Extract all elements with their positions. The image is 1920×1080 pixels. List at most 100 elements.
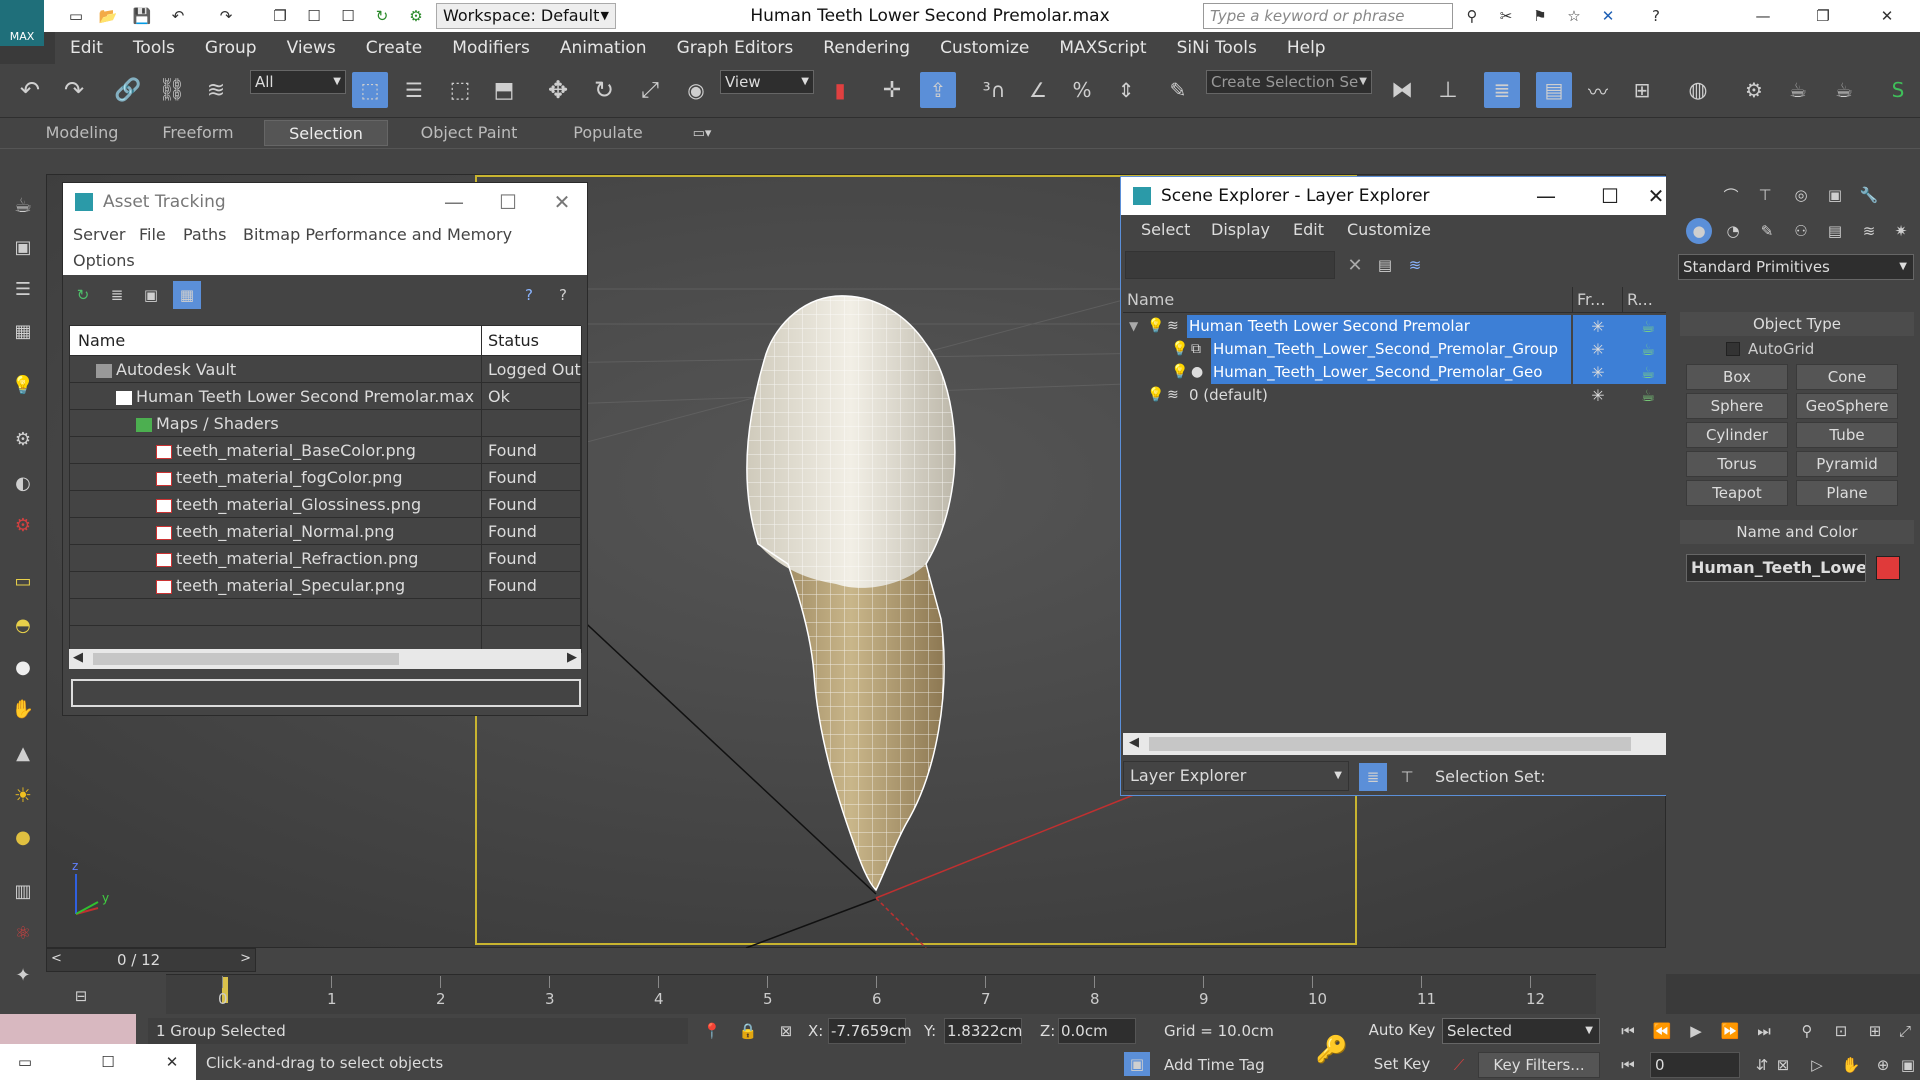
restore-icon[interactable]: ☐ [96,1050,120,1074]
time-slider-prev-icon[interactable]: < [51,951,62,966]
primitive-box-button[interactable]: Box [1686,364,1788,390]
menu-graph-editors[interactable]: Graph Editors [662,32,809,64]
column-header-name[interactable]: Name [1123,287,1573,313]
freeze-toggle-icon[interactable]: ✳ [1573,315,1623,338]
refresh-icon[interactable]: ↻ [370,4,394,28]
menu-sini-tools[interactable]: SiNi Tools [1162,32,1272,64]
sphere-icon[interactable]: ● [6,652,40,682]
z-coordinate-field[interactable]: 0.0cm [1058,1018,1136,1044]
named-selection-set-dropdown[interactable]: Create Selection Se ▼ [1206,70,1372,94]
pivot-center-icon[interactable]: ▮ [822,72,858,108]
time-slider[interactable]: < 0 / 12 > [46,948,256,972]
set-key-button[interactable]: Set Key [1366,1052,1438,1078]
select-manipulate-icon[interactable]: ✛ [874,72,910,108]
layer-options-icon[interactable]: ≋ [1403,253,1427,277]
undo-icon[interactable]: ↶ [166,4,190,28]
light-bulb-icon[interactable]: 💡 [6,370,40,400]
civil-view-icon[interactable]: S [1880,72,1916,108]
menu-animation[interactable]: Animation [545,32,662,64]
script-icon[interactable]: ⚙ [404,4,428,28]
restore-icon[interactable]: ❐ [1800,0,1846,32]
orbit-icon[interactable]: ⊠ [1770,1052,1796,1078]
isolate-selection-icon[interactable]: 📍 [700,1018,724,1044]
time-slider-next-icon[interactable]: > [240,951,251,966]
scene-explorer-icon[interactable]: ▤ [1536,72,1572,108]
close-icon[interactable]: ✕ [160,1050,184,1074]
systems-icon[interactable]: ✷ [1888,218,1914,244]
edit-named-selection-icon[interactable]: ✎ [1160,72,1196,108]
cameras-icon[interactable]: ⚇ [1788,218,1814,244]
plane-grid-icon[interactable]: ▥ [6,876,40,906]
sun-icon[interactable]: ☀ [6,780,40,810]
primitive-torus-button[interactable]: Torus [1686,451,1788,477]
spinner-snap-icon[interactable]: ⇕ [1108,72,1144,108]
hierarchy-tab-icon[interactable]: ⊤ [1752,182,1778,208]
primitive-plane-button[interactable]: Plane [1796,480,1898,506]
name-color-rollout-header[interactable]: Name and Color [1680,520,1914,544]
asset-row[interactable]: Human Teeth Lower Second Premolar.max Ok [70,383,582,410]
window-crossing-icon[interactable]: ⬒ [486,72,522,108]
expand-triangle-icon[interactable]: ▼ [1129,315,1138,338]
visibility-bulb-icon[interactable]: 💡 [1147,315,1164,338]
orbit-subobject-icon[interactable]: ⊕ [1870,1052,1896,1078]
scroll-right-icon[interactable]: ▶ [567,650,577,665]
go-to-end-icon[interactable]: ⏭ [1750,1018,1778,1044]
minimized-window[interactable]: ▭ ☐ ✕ [0,1044,196,1080]
set-key-mode-icon[interactable]: 🔑 [1312,1030,1352,1070]
menu-file[interactable]: File [139,225,166,244]
x-coordinate-field[interactable]: -7.7659cm [828,1018,912,1044]
asset-row[interactable]: teeth_material_Refraction.png Found [70,545,582,572]
hand-icon[interactable]: ✋ [6,694,40,724]
sort-by-layer-icon[interactable]: ≣ [1359,763,1387,791]
refresh-icon[interactable]: ↻ [71,283,95,307]
selection-lock-icon[interactable]: 🔒 [736,1018,760,1044]
layer-explorer-icon[interactable]: ≣ [1484,72,1520,108]
spacewarps-icon[interactable]: ≋ [1856,218,1882,244]
menu-bitmap-performance[interactable]: Bitmap Performance and Memory [243,225,512,244]
layer-row[interactable]: ▼ 💡 ≋ Human Teeth Lower Second Premolar ✳ ☕ [1123,315,1683,338]
visibility-bulb-icon[interactable]: 💡 [1171,361,1188,384]
snaps-toggle-icon[interactable]: ³∩ [976,72,1012,108]
column-header-name[interactable]: Name [70,326,482,356]
render-frame-icon[interactable]: ☕ [1780,72,1816,108]
geometry-icon[interactable]: ● [1686,218,1712,244]
list-view-icon[interactable]: ≣ [105,283,129,307]
minimize-icon[interactable]: — [1521,177,1571,215]
key-mode-dropdown[interactable]: Selected ▼ [1442,1018,1600,1044]
scene-hscrollbar[interactable]: ◀ ▶ [1123,733,1683,755]
move-icon[interactable]: ✥ [540,72,576,108]
freeze-toggle-icon[interactable]: ✳ [1573,384,1623,407]
render-production-icon[interactable]: ☕ [1826,72,1862,108]
menu-views[interactable]: Views [272,32,351,64]
tab-object-paint[interactable]: Object Paint [406,120,532,146]
motion-icon[interactable]: ⚙ [6,424,40,454]
key-filters-button[interactable]: Key Filters... [1478,1052,1600,1078]
max-toggle-icon[interactable]: ▣ [1898,1052,1918,1078]
scroll-left-icon[interactable]: ◀ [73,650,83,665]
hemisphere-icon[interactable]: ◓ [6,610,40,640]
bind-spacewarp-icon[interactable]: ≋ [198,72,234,108]
grid-icon[interactable]: ▦ [6,316,40,346]
auto-key-button[interactable]: Auto Key [1366,1018,1438,1044]
primitive-teapot-button[interactable]: Teapot [1686,480,1788,506]
star-icon[interactable]: ☆ [1562,4,1586,28]
primitive-sphere-button[interactable]: Sphere [1686,393,1788,419]
go-to-start-icon[interactable]: ⏮ [1614,1018,1642,1044]
compass-icon[interactable]: ✦ [6,960,40,990]
scroll-left-icon[interactable]: ◀ [1129,735,1139,750]
shapes-icon[interactable]: ◔ [1720,218,1746,244]
play-icon[interactable]: ▶ [1682,1018,1710,1044]
asset-row[interactable]: teeth_material_fogColor.png Found [70,464,582,491]
help-icon[interactable]: ? [517,283,541,307]
maxscript-listener[interactable] [0,1014,136,1044]
signin-icon[interactable]: ⚑ [1528,4,1552,28]
reference-coordinate-dropdown[interactable]: View ▼ [720,70,814,94]
select-object-icon[interactable]: ⬚ [352,72,388,108]
zoom-icon[interactable]: ⚲ [1794,1018,1820,1044]
primitive-type-dropdown[interactable]: Standard Primitives ▼ [1678,254,1914,280]
menu-customize[interactable]: Customize [1347,220,1431,239]
selection-filter-dropdown[interactable]: All ▼ [250,70,346,94]
key-tangent-icon[interactable]: ⟋ [1446,1052,1472,1078]
molecule-icon[interactable]: ⚛ [6,918,40,948]
rotate-icon[interactable]: ↻ [586,72,622,108]
